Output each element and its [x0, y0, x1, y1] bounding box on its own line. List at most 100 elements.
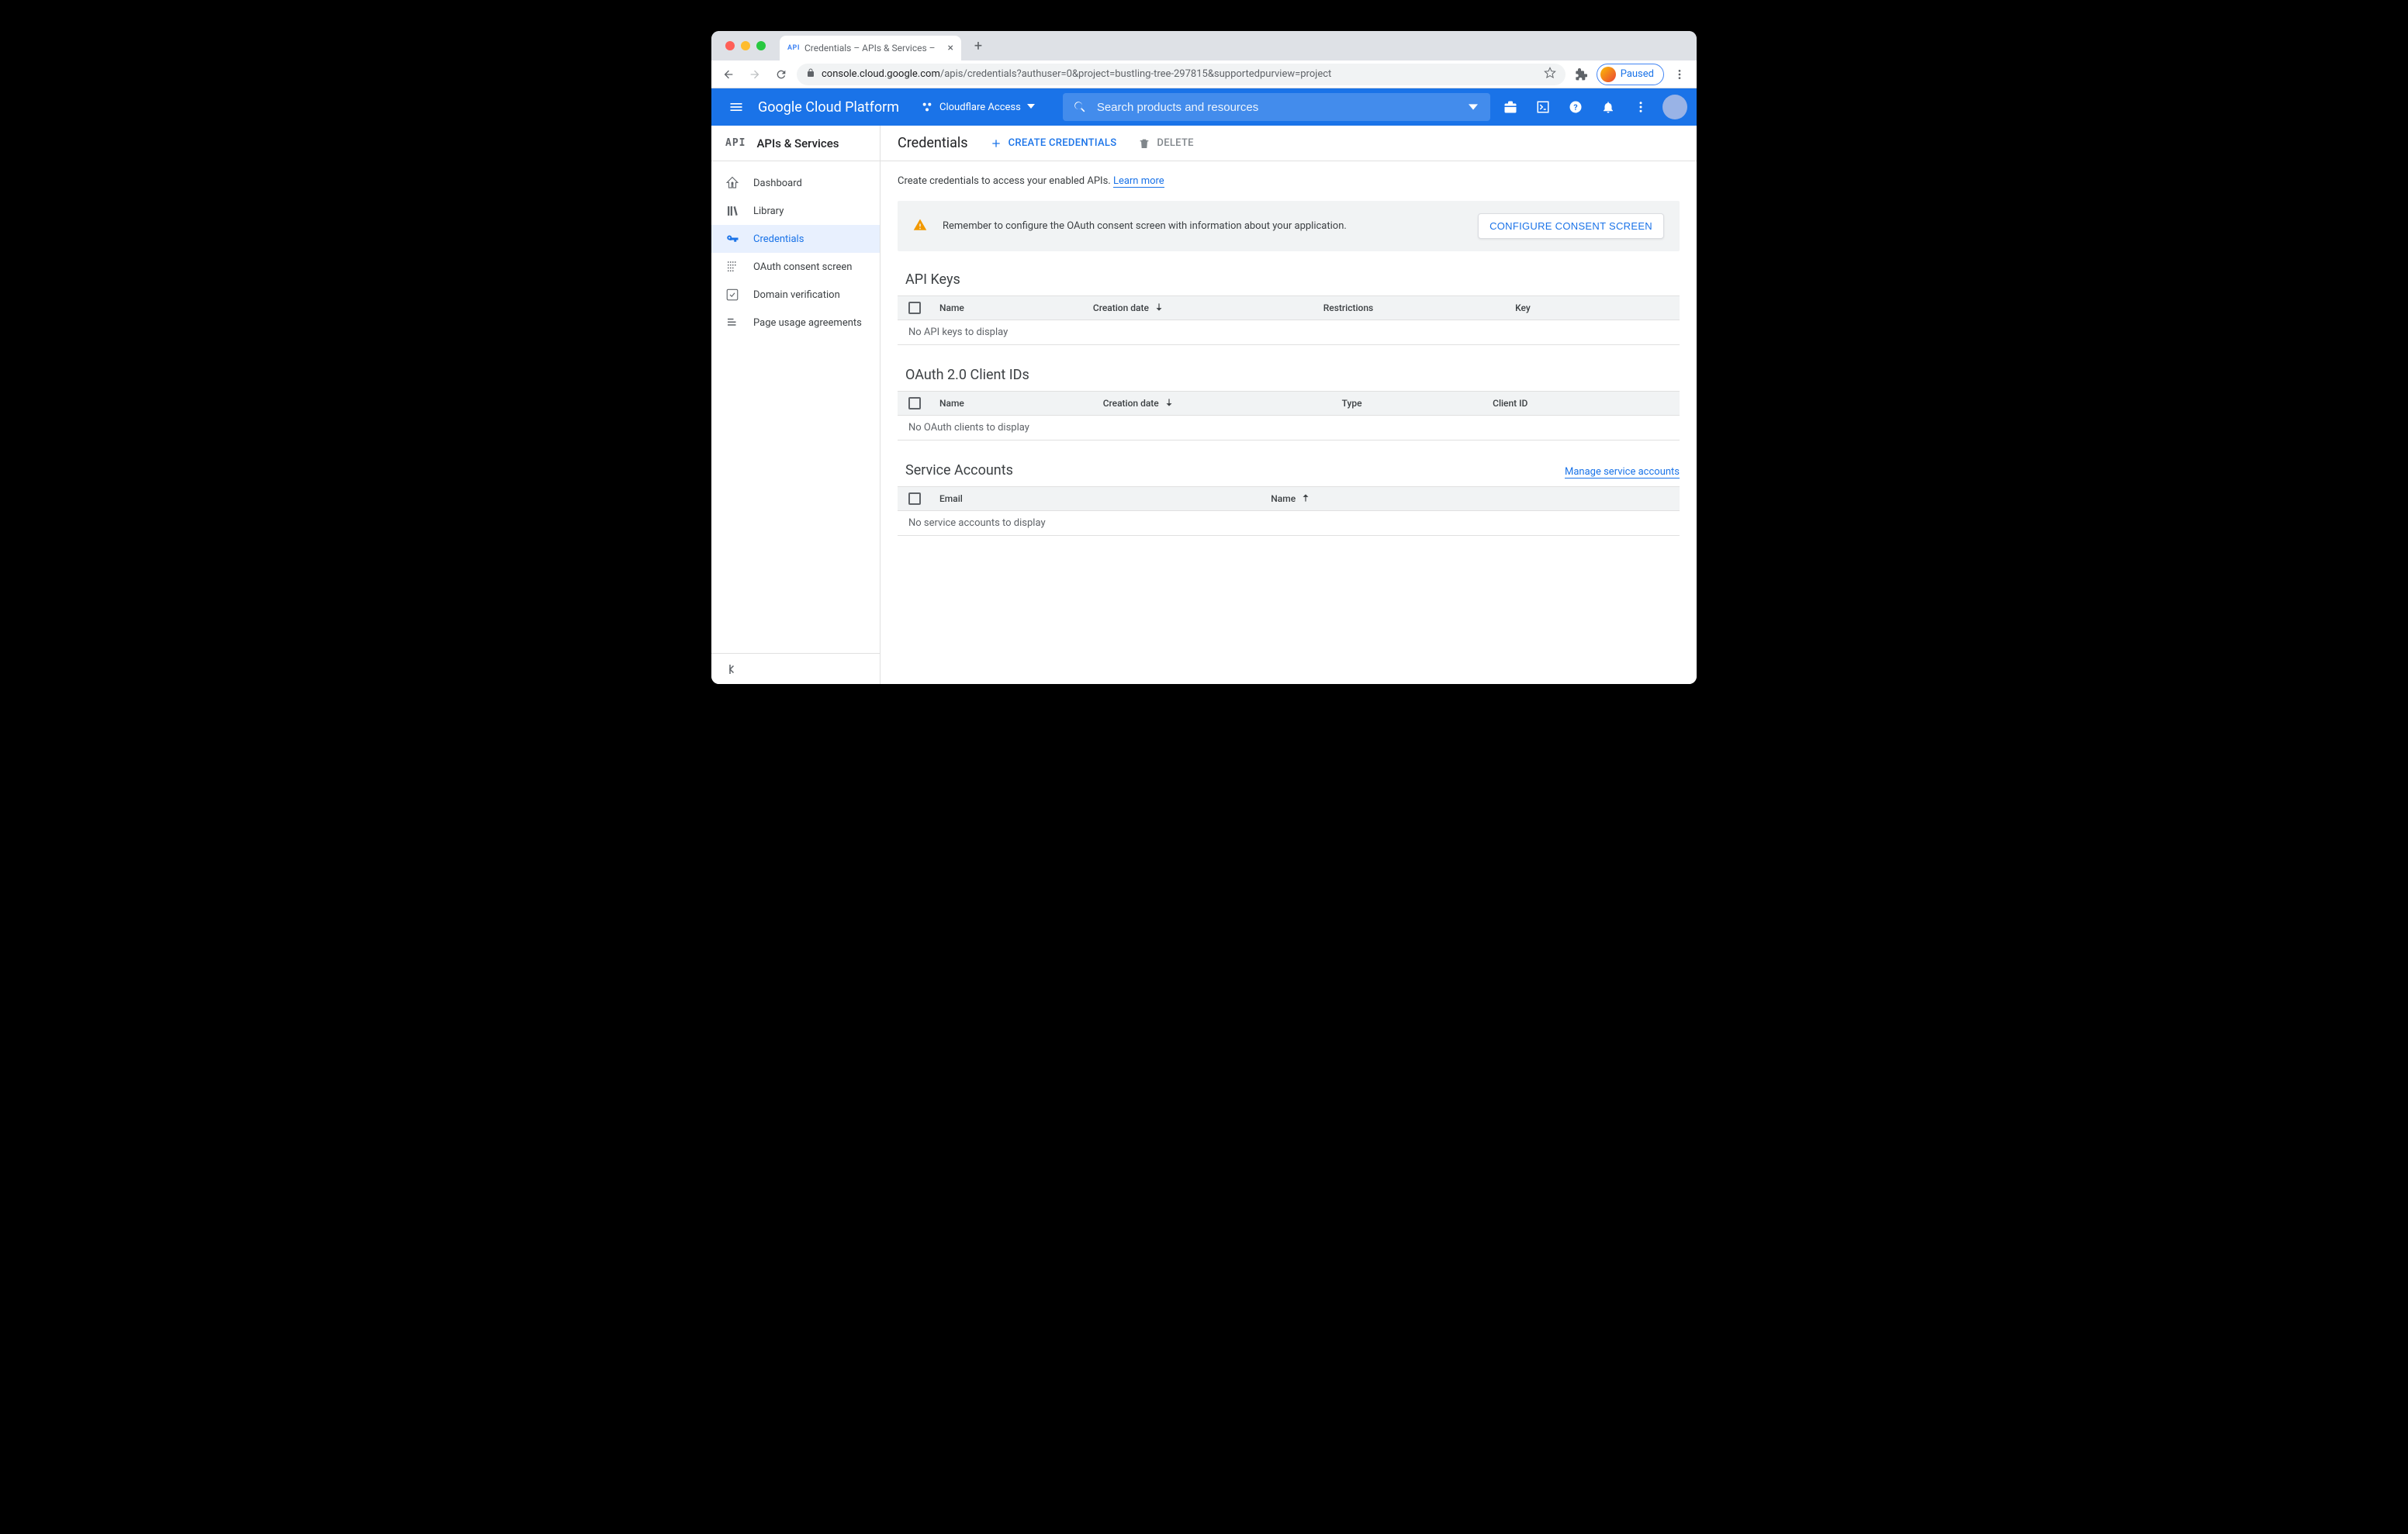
gcp-logo[interactable]: Google Cloud Platform	[758, 99, 899, 116]
api-icon: API	[725, 137, 746, 149]
delete-button[interactable]: DELETE	[1138, 133, 1193, 154]
traffic-lights	[719, 41, 772, 50]
tab-title: Credentials – APIs & Services –	[804, 43, 936, 54]
maximize-window-button[interactable]	[756, 41, 766, 50]
sidebar-item-page-usage[interactable]: Page usage agreements	[711, 309, 880, 337]
settings-menu-button[interactable]	[1627, 93, 1655, 121]
browser-tab[interactable]: API Credentials – APIs & Services – ×	[780, 36, 961, 60]
sort-desc-icon	[1164, 397, 1175, 410]
notifications-button[interactable]	[1594, 93, 1622, 121]
minimize-window-button[interactable]	[741, 41, 750, 50]
consent-icon	[725, 260, 739, 274]
sidebar-title: APIs & Services	[756, 136, 839, 150]
section-title: Service Accounts	[898, 462, 1013, 479]
profile-avatar-icon	[1600, 67, 1616, 82]
new-tab-button[interactable]: +	[967, 35, 989, 57]
section-service-accounts: Service Accounts Manage service accounts…	[898, 462, 1680, 536]
column-key[interactable]: Key	[1515, 302, 1669, 313]
section-title: API Keys	[898, 271, 1680, 288]
project-name: Cloudflare Access	[939, 102, 1021, 113]
navigation-menu-button[interactable]	[721, 99, 752, 115]
sidebar-item-oauth-consent[interactable]: OAuth consent screen	[711, 253, 880, 281]
select-all-checkbox[interactable]	[908, 302, 939, 314]
caret-down-icon	[1027, 102, 1035, 113]
close-tab-button[interactable]: ×	[948, 42, 953, 54]
bookmark-star-icon[interactable]	[1544, 67, 1556, 82]
column-creation-date[interactable]: Creation date	[1103, 397, 1342, 410]
project-selector[interactable]: Cloudflare Access	[915, 95, 1041, 119]
reload-button[interactable]	[770, 64, 792, 85]
table-header: Name Creation date Restrictions Key	[898, 295, 1680, 320]
alert-message: Remember to configure the OAuth consent …	[943, 220, 1462, 232]
tab-favicon: API	[787, 44, 800, 52]
sidebar-item-domain-verification[interactable]: Domain verification	[711, 281, 880, 309]
search-dropdown-button[interactable]	[1456, 102, 1490, 112]
profile-status-label: Paused	[1621, 68, 1654, 80]
column-client-id[interactable]: Client ID	[1493, 398, 1669, 409]
select-all-checkbox[interactable]	[908, 397, 939, 409]
close-window-button[interactable]	[725, 41, 735, 50]
create-credentials-button[interactable]: CREATE CREDENTIALS	[990, 133, 1117, 154]
dashboard-icon	[725, 176, 739, 190]
browser-toolbar: console.cloud.google.com/apis/credential…	[711, 60, 1697, 88]
section-api-keys: API Keys Name Creation date Restrictions…	[898, 271, 1680, 345]
column-creation-date[interactable]: Creation date	[1093, 302, 1323, 315]
table-header: Email Name	[898, 486, 1680, 511]
warning-icon	[913, 218, 927, 235]
empty-state: No OAuth clients to display	[898, 416, 1680, 441]
consent-alert: Remember to configure the OAuth consent …	[898, 201, 1680, 251]
body: API APIs & Services Dashboard Library Cr…	[711, 126, 1697, 684]
trash-icon	[1138, 137, 1150, 150]
search-bar[interactable]	[1063, 93, 1490, 121]
sort-asc-icon	[1300, 492, 1311, 506]
domain-verify-icon	[725, 288, 739, 302]
column-name[interactable]: Name	[939, 398, 1103, 409]
page-title: Credentials	[898, 135, 968, 151]
column-name[interactable]: Name	[939, 302, 1093, 313]
back-button[interactable]	[718, 64, 739, 85]
sidebar-item-label: Library	[753, 206, 784, 217]
cloud-shell-button[interactable]	[1529, 93, 1557, 121]
content: Create credentials to access your enable…	[881, 161, 1697, 572]
main-header: Credentials CREATE CREDENTIALS DELETE	[881, 126, 1697, 161]
manage-service-accounts-link[interactable]: Manage service accounts	[1565, 466, 1680, 479]
column-name[interactable]: Name	[1271, 492, 1669, 506]
extensions-button[interactable]	[1570, 64, 1592, 85]
sidebar-item-label: Credentials	[753, 233, 804, 245]
library-icon	[725, 204, 739, 218]
chevron-left-icon	[725, 662, 739, 676]
sidebar-item-label: Dashboard	[753, 178, 802, 189]
project-icon	[921, 101, 933, 113]
browser-window: API Credentials – APIs & Services – × + …	[711, 31, 1697, 684]
sidebar-header[interactable]: API APIs & Services	[711, 126, 880, 161]
lock-icon	[806, 68, 815, 81]
sidebar-item-dashboard[interactable]: Dashboard	[711, 169, 880, 197]
sidebar-item-credentials[interactable]: Credentials	[711, 225, 880, 253]
header-icons: ?	[1496, 93, 1687, 121]
column-type[interactable]: Type	[1342, 398, 1493, 409]
address-bar[interactable]: console.cloud.google.com/apis/credential…	[797, 64, 1566, 85]
forward-button[interactable]	[744, 64, 766, 85]
plus-icon	[990, 137, 1002, 150]
agreements-icon	[725, 316, 739, 330]
help-button[interactable]: ?	[1562, 93, 1590, 121]
sidebar-item-label: OAuth consent screen	[753, 261, 852, 273]
configure-consent-screen-button[interactable]: CONFIGURE CONSENT SCREEN	[1478, 213, 1664, 239]
account-avatar-button[interactable]	[1662, 95, 1687, 119]
browser-menu-button[interactable]	[1669, 64, 1690, 85]
column-email[interactable]: Email	[939, 493, 1271, 504]
section-oauth-clients: OAuth 2.0 Client IDs Name Creation date …	[898, 367, 1680, 441]
column-restrictions[interactable]: Restrictions	[1323, 302, 1515, 313]
sidebar-item-library[interactable]: Library	[711, 197, 880, 225]
profile-button[interactable]: Paused	[1597, 64, 1664, 85]
table-header: Name Creation date Type Client ID	[898, 391, 1680, 416]
select-all-checkbox[interactable]	[908, 492, 939, 505]
learn-more-link[interactable]: Learn more	[1113, 175, 1164, 188]
sidebar-item-label: Page usage agreements	[753, 317, 862, 329]
search-input[interactable]	[1097, 101, 1456, 114]
gcp-header: Google Cloud Platform Cloudflare Access …	[711, 88, 1697, 126]
key-icon	[725, 232, 739, 246]
intro-text: Create credentials to access your enable…	[898, 175, 1680, 187]
collapse-sidebar-button[interactable]	[711, 653, 880, 684]
free-trial-button[interactable]	[1496, 93, 1524, 121]
